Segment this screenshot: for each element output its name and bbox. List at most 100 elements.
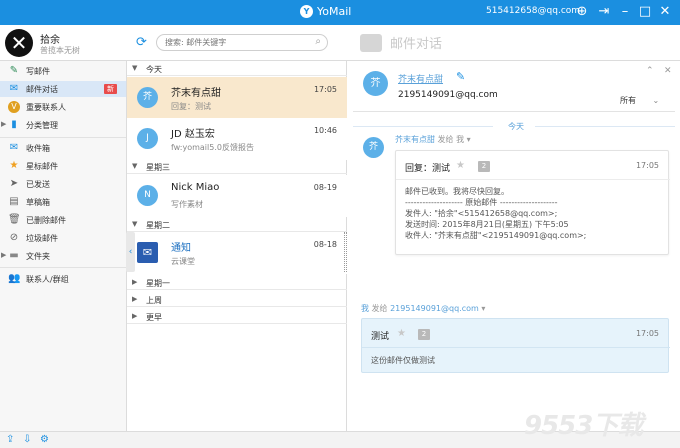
group-header-last-week[interactable]: ▶ 上周 bbox=[127, 292, 347, 307]
body-line: -------------------- 原始邮件 --------------… bbox=[405, 198, 558, 207]
notification-icon: ✉ bbox=[137, 242, 158, 263]
message-recipient[interactable]: 2195149091@qq.com bbox=[390, 304, 479, 313]
expand-arrow-icon[interactable]: ▶ bbox=[1, 120, 6, 128]
search-input[interactable] bbox=[165, 36, 305, 49]
sidebar-item-label: 文件夹 bbox=[26, 252, 50, 261]
group-header-today[interactable]: ▼ 今天 bbox=[127, 61, 347, 76]
message-meta: 芥末有点甜 发给 我 ▾ bbox=[395, 134, 471, 145]
settings-gear-icon[interactable]: ⚙ bbox=[40, 434, 49, 445]
sidebar-item-compose[interactable]: ✎ 写邮件 bbox=[0, 63, 126, 79]
message-card[interactable]: 测试 ★ 2 17:05 这份邮件仅做测试 bbox=[361, 318, 670, 373]
watermark: 9553下载 bbox=[524, 411, 643, 441]
sidebar-item-contacts[interactable]: 👥 联系人/群组 bbox=[0, 271, 126, 287]
upload-icon[interactable]: ⇪ bbox=[6, 434, 14, 445]
chevron-down-icon: ⌄ bbox=[652, 96, 660, 105]
sidebar-item-starred[interactable]: ★ 星标邮件 bbox=[0, 158, 126, 174]
add-account-icon[interactable]: ⊕ bbox=[574, 4, 590, 20]
expand-caret-icon[interactable]: ▾ bbox=[481, 304, 485, 313]
group-header-tuesday[interactable]: ▼ 星期二 bbox=[127, 217, 347, 232]
mail-time: 08-19 bbox=[313, 183, 337, 192]
conversation-pane: 芥 芥末有点甜 ✎ 2195149091@qq.com ⌃ ✕ 所有 ⌄ 今天 … bbox=[348, 61, 680, 431]
group-divider bbox=[127, 289, 347, 290]
divider-line bbox=[535, 126, 675, 127]
download-icon[interactable]: ⇩ bbox=[23, 434, 31, 445]
expand-arrow-icon[interactable]: ▶ bbox=[1, 251, 6, 259]
sidebar-item-label: 重要联系人 bbox=[26, 103, 66, 112]
sidebar-item-inbox[interactable]: ✉ 收件箱 bbox=[0, 140, 126, 156]
collapse-icon[interactable]: ⌃ bbox=[646, 66, 654, 76]
message-card[interactable]: 回复：测试 ★ 2 17:05 邮件已收到。我将尽快回复。 ----------… bbox=[395, 150, 670, 255]
sidebar-item-deleted[interactable]: 🗑 已删除邮件 bbox=[0, 212, 126, 228]
edit-icon[interactable]: ✎ bbox=[456, 70, 465, 83]
conversation-icon: ✉ bbox=[9, 83, 19, 94]
collapse-arrow-icon[interactable]: ▼ bbox=[132, 162, 137, 170]
expand-arrow-icon[interactable]: ▶ bbox=[132, 312, 137, 320]
body-line: 收件人: "芥末有点甜"<2195149091@qq.com>; bbox=[405, 231, 587, 240]
divider-line bbox=[353, 126, 493, 127]
message-subject: 测试 bbox=[371, 332, 390, 342]
message-avatar: 芥 bbox=[363, 137, 384, 158]
search-icon[interactable]: ⌕ bbox=[315, 36, 321, 47]
sidebar-divider bbox=[0, 137, 126, 138]
header: ✕ 拾余 普揽本无树 ⟳ ⌕ 邮件对话 bbox=[0, 25, 680, 61]
group-header-wednesday[interactable]: ▼ 星期三 bbox=[127, 159, 347, 174]
day-label: 今天 bbox=[508, 122, 524, 131]
day-divider: 今天 bbox=[353, 121, 675, 131]
group-header-earlier[interactable]: ▶ 更早 bbox=[127, 309, 347, 324]
group-label: 星期三 bbox=[146, 163, 170, 172]
mail-item[interactable]: N Nick Miao 08-19 写作素材 bbox=[127, 175, 347, 217]
close-icon[interactable]: ✕ bbox=[657, 4, 673, 20]
minimize-icon[interactable]: – bbox=[617, 4, 633, 20]
collapse-arrow-icon[interactable]: ▼ bbox=[132, 64, 137, 72]
expand-arrow-icon[interactable]: ▶ bbox=[132, 295, 137, 303]
sidebar-item-categories[interactable]: ▶ ▮ 分类管理 bbox=[0, 117, 126, 133]
filter-dropdown[interactable]: 所有 ⌄ bbox=[620, 95, 659, 106]
sidebar-item-drafts[interactable]: ▤ 草稿箱 bbox=[0, 194, 126, 210]
sidebar-item-spam[interactable]: ⊘ 垃圾邮件 bbox=[0, 230, 126, 246]
sidebar-item-sent[interactable]: ➤ 已发送 bbox=[0, 176, 126, 192]
refresh-icon[interactable]: ⟳ bbox=[136, 36, 150, 50]
sidebar-item-label: 草稿箱 bbox=[26, 198, 50, 207]
close-pane-icon[interactable]: ✕ bbox=[664, 66, 672, 76]
star-icon[interactable]: ★ bbox=[397, 328, 406, 339]
group-label: 今天 bbox=[146, 65, 162, 74]
mail-list: ▼ 今天 芥 芥末有点甜 17:05 回复：测试 J JD 赵玉宏 10:46 … bbox=[127, 61, 347, 431]
star-icon: ★ bbox=[9, 160, 19, 171]
collapse-arrow-icon[interactable]: ▼ bbox=[132, 220, 137, 228]
mail-sender: Nick Miao bbox=[171, 182, 220, 193]
logout-icon[interactable]: ⇥ bbox=[596, 4, 612, 20]
sidebar-item-conversations[interactable]: ✉ 邮件对话 新 bbox=[0, 81, 126, 97]
sender-avatar: N bbox=[137, 185, 158, 206]
star-icon[interactable]: ★ bbox=[456, 160, 465, 171]
expand-caret-icon[interactable]: ▾ bbox=[467, 135, 471, 144]
card-divider bbox=[396, 179, 670, 180]
sidebar-item-vip-contacts[interactable]: V 重要联系人 bbox=[0, 99, 126, 115]
search-box[interactable]: ⌕ bbox=[156, 34, 328, 51]
account-email[interactable]: 515412658@qq.com bbox=[486, 6, 580, 16]
mail-item[interactable]: 芥 芥末有点甜 17:05 回复：测试 bbox=[127, 77, 347, 119]
mail-item[interactable]: J JD 赵玉宏 10:46 fw:yomail5.0反馈报告 bbox=[127, 118, 347, 160]
sidebar-item-folders[interactable]: ▶ ▬ 文件夹 bbox=[0, 248, 126, 264]
compose-icon: ✎ bbox=[9, 65, 19, 76]
resize-handle[interactable] bbox=[344, 232, 347, 272]
mail-sender: 通知 bbox=[171, 243, 191, 254]
collapse-sidebar-button[interactable]: ‹ bbox=[126, 232, 135, 272]
mail-item[interactable]: ✉ 通知 08-18 云课堂 bbox=[127, 232, 347, 274]
message-meta: 我 发给 2195149091@qq.com ▾ bbox=[361, 303, 485, 314]
mail-time: 17:05 bbox=[313, 85, 337, 94]
expand-arrow-icon[interactable]: ▶ bbox=[132, 278, 137, 286]
contact-avatar[interactable]: 芥 bbox=[363, 71, 388, 96]
sender-avatar: 芥 bbox=[137, 87, 158, 108]
mail-subject: 写作素材 bbox=[171, 200, 203, 209]
message-count: 2 bbox=[418, 329, 430, 340]
maximize-icon[interactable]: □ bbox=[637, 4, 653, 20]
contacts-icon: 👥 bbox=[8, 273, 21, 284]
message-sender[interactable]: 芥末有点甜 bbox=[395, 135, 435, 144]
app-title-text: YoMail bbox=[317, 5, 352, 18]
message-action: 发给 bbox=[371, 304, 388, 313]
mail-time: 08-18 bbox=[313, 240, 337, 249]
contact-name[interactable]: 芥末有点甜 bbox=[398, 72, 443, 85]
user-avatar[interactable]: ✕ bbox=[5, 29, 33, 57]
group-header-monday[interactable]: ▶ 星期一 bbox=[127, 275, 347, 290]
sent-icon: ➤ bbox=[9, 178, 19, 189]
